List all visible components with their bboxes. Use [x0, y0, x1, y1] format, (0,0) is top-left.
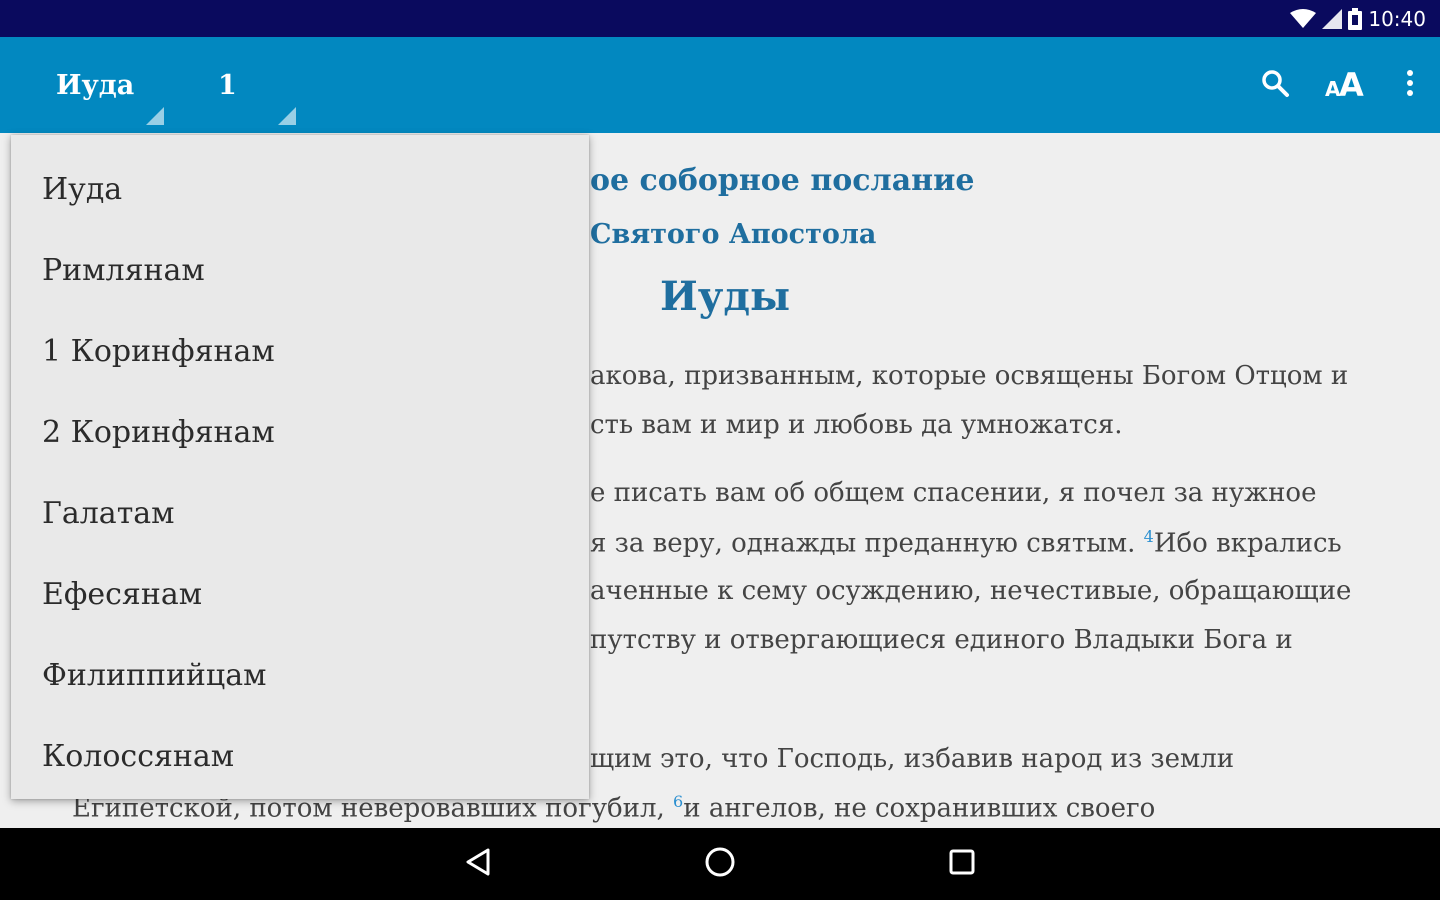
more-options-button[interactable]: [1380, 55, 1440, 115]
spinner-arrow-icon: [146, 107, 164, 125]
verse-text-line: акова, призванным, которые освящены Бого…: [590, 361, 1349, 391]
font-size-icon: AA: [1325, 66, 1365, 104]
home-icon: [704, 846, 736, 882]
verse-text-line: сть вам и мир и любовь да умножатся.: [590, 410, 1123, 440]
book-heading-title: Иуды: [660, 273, 791, 320]
book-option[interactable]: Галатам: [11, 473, 589, 554]
book-option[interactable]: Колоссянам: [11, 716, 589, 797]
status-time: 10:40: [1368, 6, 1426, 31]
book-heading-line1: ое соборное послание: [590, 163, 975, 198]
navigation-bar: [0, 828, 1440, 900]
wifi-icon: [1290, 8, 1317, 29]
status-icons: 10:40: [1290, 7, 1426, 31]
search-icon: [1260, 68, 1290, 102]
book-option[interactable]: Ефесянам: [11, 554, 589, 635]
verse-number[interactable]: 4: [1144, 527, 1154, 546]
verse-text-segment: Ибо вкрались: [1153, 528, 1342, 559]
search-button[interactable]: [1240, 55, 1310, 115]
book-option[interactable]: Иуда: [11, 149, 589, 230]
home-button[interactable]: [660, 828, 780, 900]
back-icon: [464, 847, 492, 881]
book-option[interactable]: 1 Коринфянам: [11, 311, 589, 392]
status-bar: 10:40: [0, 0, 1440, 37]
book-option[interactable]: Римлянам: [11, 230, 589, 311]
book-option[interactable]: 2 Коринфянам: [11, 392, 589, 473]
book-spinner[interactable]: Иуда: [56, 37, 166, 133]
battery-icon: [1348, 7, 1363, 30]
recents-button[interactable]: [902, 828, 1022, 900]
app-bar: Иуда 1 AA: [0, 37, 1440, 133]
recents-icon: [948, 848, 976, 880]
toolbar-actions: AA: [1240, 37, 1440, 133]
more-vert-icon: [1405, 69, 1415, 101]
back-button[interactable]: [418, 828, 538, 900]
font-size-button[interactable]: AA: [1310, 55, 1380, 115]
chapter-spinner[interactable]: 1: [218, 37, 298, 133]
signal-icon: [1322, 8, 1343, 29]
book-dropdown-menu: Иуда Римлянам 1 Коринфянам 2 Коринфянам …: [11, 135, 589, 799]
verse-text-segment: я за веру, однажды преданную святым.: [590, 528, 1136, 559]
chapter-spinner-label: 1: [218, 69, 237, 101]
verse-text-line: щим это, что Господь, избавив народ из з…: [590, 744, 1235, 774]
verse-text-line: путству и отвергающиеся единого Владыки …: [590, 625, 1293, 655]
verse-number[interactable]: 6: [673, 792, 683, 811]
book-spinner-label: Иуда: [56, 69, 135, 101]
verse-text-line: аченные к сему осуждению, нечестивые, об…: [590, 576, 1352, 606]
book-heading-line2: Святого Апостола: [590, 219, 877, 250]
verse-text-line: е писать вам об общем спасении, я почел …: [590, 478, 1317, 508]
verse-text-segment: и ангелов, не сохранивших своего: [683, 793, 1156, 824]
book-option[interactable]: Филиппийцам: [11, 635, 589, 716]
svg-text:A: A: [1339, 68, 1364, 98]
spinner-arrow-icon: [278, 107, 296, 125]
verse-text-line: я за веру, однажды преданную святым. 4Иб…: [590, 527, 1342, 559]
